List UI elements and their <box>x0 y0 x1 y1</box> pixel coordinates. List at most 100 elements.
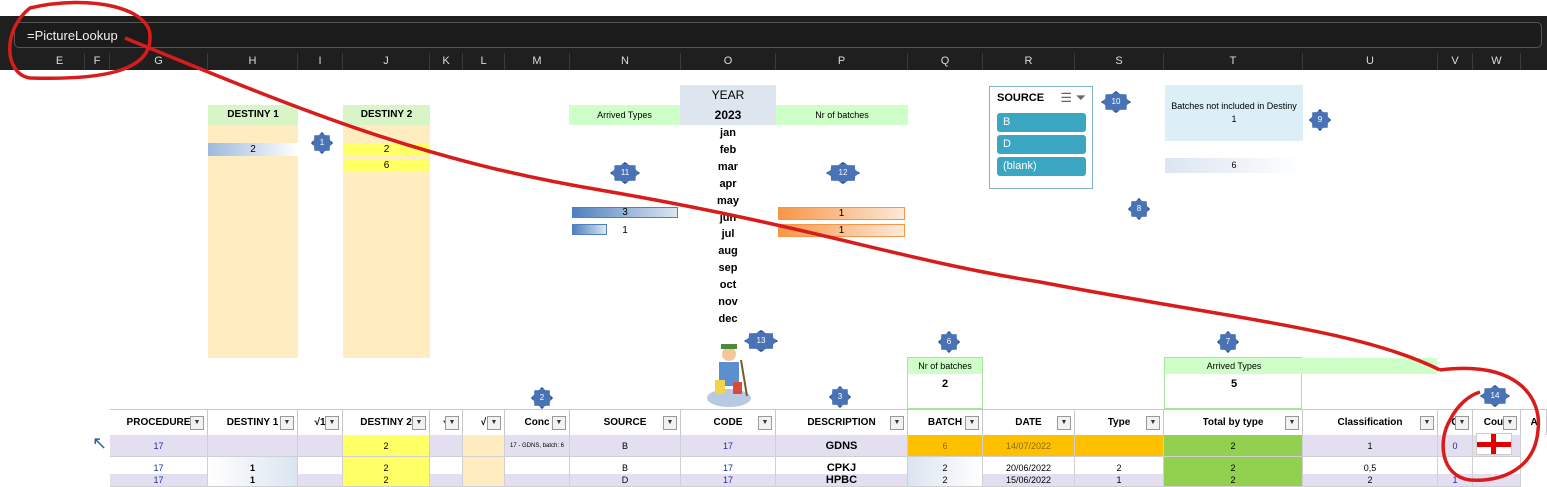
table-cell[interactable] <box>298 474 343 487</box>
arrived-types-header: Arrived Types <box>569 105 680 125</box>
table-cell[interactable]: 2 <box>343 435 430 457</box>
month-item[interactable]: feb <box>680 144 776 156</box>
filter-dropdown-icon[interactable]: ▼ <box>412 416 426 430</box>
slicer-item[interactable]: B <box>997 113 1086 132</box>
month-item[interactable]: aug <box>680 245 776 257</box>
table-cell[interactable] <box>505 474 570 487</box>
month-item[interactable]: oct <box>680 279 776 291</box>
table-cell[interactable] <box>430 474 463 487</box>
table-cell[interactable] <box>463 435 505 457</box>
table-cell[interactable]: 15/06/2022 <box>983 474 1075 487</box>
filter-dropdown-icon[interactable]: ▼ <box>1285 416 1299 430</box>
table-cell[interactable] <box>208 435 298 457</box>
month-item[interactable]: jun <box>680 212 776 224</box>
filter-dropdown-icon[interactable]: ▼ <box>190 416 204 430</box>
table-cell[interactable]: 1 <box>1303 435 1438 457</box>
table-cell[interactable]: 1 <box>1075 474 1164 487</box>
filter-dropdown-icon[interactable]: ▼ <box>1455 416 1469 430</box>
table-cell[interactable]: HPBC <box>776 474 908 487</box>
column-letter[interactable]: K <box>430 53 463 70</box>
filter-dropdown-icon[interactable]: ▼ <box>280 416 294 430</box>
filter-dropdown-icon[interactable]: ▼ <box>1057 416 1071 430</box>
table-cell[interactable]: 2 <box>1303 474 1438 487</box>
column-header: √1 ▼ <box>298 409 343 435</box>
filter-dropdown-icon[interactable]: ▼ <box>487 416 501 430</box>
month-item[interactable]: dec <box>680 313 776 325</box>
table-cell[interactable]: 1 <box>1438 474 1473 487</box>
table-cell[interactable]: 14/07/2022 <box>983 435 1075 457</box>
table-cell[interactable]: 0 <box>1438 435 1473 457</box>
filter-dropdown-icon[interactable]: ▼ <box>445 416 459 430</box>
column-header-label: DESTINY 1 <box>226 417 279 428</box>
month-item[interactable]: jul <box>680 228 776 240</box>
column-letter[interactable]: L <box>463 53 505 70</box>
column-letter[interactable]: R <box>983 53 1075 70</box>
column-letter[interactable]: T <box>1164 53 1303 70</box>
batches-value: 1 <box>1231 114 1237 124</box>
table-cell[interactable]: 17 <box>681 435 776 457</box>
filter-dropdown-icon[interactable]: ▼ <box>1146 416 1160 430</box>
column-letter[interactable]: U <box>1303 53 1438 70</box>
table-cell[interactable]: 2 <box>1164 435 1303 457</box>
table-cell[interactable]: 17 <box>681 474 776 487</box>
column-letter[interactable]: H <box>208 53 298 70</box>
table-cell[interactable] <box>298 435 343 457</box>
column-letter[interactable]: E <box>35 53 85 70</box>
table-cell[interactable]: 17 <box>110 435 208 457</box>
arrived-types-pivot-title: Arrived Types <box>1206 361 1262 371</box>
column-header-label: Conc <box>524 417 550 428</box>
column-letter[interactable]: P <box>776 53 908 70</box>
nr-batches-header: Nr of batches <box>776 105 908 125</box>
month-item[interactable]: mar <box>680 161 776 173</box>
column-letter[interactable]: V <box>1438 53 1473 70</box>
column-letter[interactable]: Q <box>908 53 983 70</box>
table-cell[interactable]: 2 <box>1164 474 1303 487</box>
column-header: DESTINY 1 ▼ <box>208 409 298 435</box>
table-cell[interactable] <box>1473 474 1521 487</box>
table-cell[interactable]: 17 <box>110 474 208 487</box>
table-cell[interactable] <box>430 435 463 457</box>
year-value[interactable]: 2023 <box>680 108 776 122</box>
slicer-item[interactable]: D <box>997 135 1086 154</box>
filter-dropdown-icon[interactable]: ▼ <box>890 416 904 430</box>
nr-batches-pivot-title: Nr of batches <box>908 358 982 374</box>
table-cell[interactable] <box>1075 435 1164 457</box>
column-letter[interactable]: J <box>343 53 430 70</box>
column-letter[interactable]: I <box>298 53 343 70</box>
filter-dropdown-icon[interactable]: ▼ <box>325 416 339 430</box>
formula-bar[interactable]: =PictureLookup <box>14 22 1542 48</box>
column-letter[interactable]: F <box>85 53 110 70</box>
month-item[interactable]: nov <box>680 296 776 308</box>
filter-dropdown-icon[interactable]: ▼ <box>1503 416 1517 430</box>
table-cell[interactable]: D <box>570 474 681 487</box>
column-letter[interactable]: W <box>1473 53 1521 70</box>
table-cell[interactable]: 2 <box>908 474 983 487</box>
month-item[interactable]: jan <box>680 127 776 139</box>
table-cell[interactable]: B <box>570 435 681 457</box>
filter-dropdown-icon[interactable]: ▼ <box>552 416 566 430</box>
multi-select-icon[interactable]: ☰ <box>1060 90 1072 105</box>
slicer-item[interactable]: (blank) <box>997 157 1086 176</box>
table-cell[interactable]: GDNS <box>776 435 908 457</box>
month-item[interactable]: sep <box>680 262 776 274</box>
filter-dropdown-icon[interactable]: ▼ <box>758 416 772 430</box>
clear-filter-icon[interactable]: ⏷ <box>1076 90 1086 105</box>
filter-dropdown-icon[interactable]: ▼ <box>1420 416 1434 430</box>
column-letter[interactable]: G <box>110 53 208 70</box>
table-cell[interactable]: 1 <box>208 474 298 487</box>
table-cell[interactable] <box>463 474 505 487</box>
back-arrow-icon[interactable]: ↖ <box>92 433 107 454</box>
filter-dropdown-icon[interactable]: ▼ <box>663 416 677 430</box>
table-cell[interactable]: 2 <box>343 474 430 487</box>
formula-text[interactable]: =PictureLookup <box>27 28 118 43</box>
month-item[interactable]: may <box>680 195 776 207</box>
column-letter[interactable]: M <box>505 53 570 70</box>
column-header: Conc ▼ <box>505 409 570 435</box>
column-letter[interactable]: O <box>681 53 776 70</box>
table-cell[interactable]: 17 - GDNS, batch: 6 <box>505 435 570 457</box>
month-item[interactable]: apr <box>680 178 776 190</box>
column-letter[interactable]: N <box>570 53 681 70</box>
column-letter[interactable]: S <box>1075 53 1164 70</box>
filter-dropdown-icon[interactable]: ▼ <box>965 416 979 430</box>
table-cell[interactable]: 6 <box>908 435 983 457</box>
